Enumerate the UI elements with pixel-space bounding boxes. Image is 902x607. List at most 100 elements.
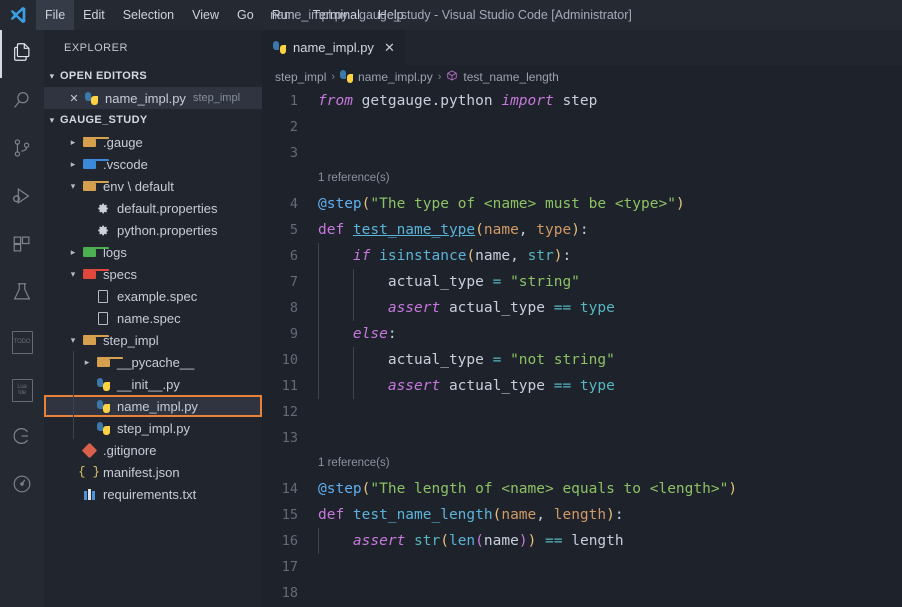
editor-tab-bar: name_impl.py ✕ <box>262 30 902 65</box>
line-number: 17 <box>281 559 298 575</box>
tree-item-requirements-txt[interactable]: requirements.txt <box>44 483 262 505</box>
code-lens-1[interactable]: 1 reference(s) <box>262 166 902 191</box>
breadcrumb-label: step_impl <box>275 69 327 84</box>
menu-item-go[interactable]: Go <box>228 0 263 30</box>
breadcrumb-item-symbol[interactable]: test_name_length <box>446 69 559 85</box>
close-icon[interactable]: ✕ <box>384 40 395 56</box>
code-line-9: else: <box>352 326 397 342</box>
python-icon <box>273 40 286 55</box>
tree-item-init-py[interactable]: __init__.py <box>44 373 262 395</box>
chevron-down-icon: ▾ <box>49 70 55 81</box>
method-cube-icon <box>446 69 458 85</box>
line-number: 18 <box>281 585 298 601</box>
section-open-editors-label: OPEN EDITORS <box>60 70 148 82</box>
tree-item-env-default[interactable]: ▾ env \ default <box>44 175 262 197</box>
indent-guide <box>73 395 74 417</box>
explorer-sidebar: EXPLORER ▾ OPEN EDITORS ✕ name_impl.py s… <box>44 30 262 607</box>
code-row: 17 <box>262 554 902 580</box>
menu-item-selection[interactable]: Selection <box>114 0 183 30</box>
activity-testing[interactable] <box>0 270 44 318</box>
vscode-logo-icon <box>0 0 36 30</box>
section-workspace[interactable]: ▾ GAUGE_STUDY <box>44 109 262 131</box>
code-row: 14 @step("The length of <name> equals to… <box>262 476 902 502</box>
breadcrumb-label: name_impl.py <box>358 69 433 84</box>
chevron-right-icon: ▸ <box>70 136 76 147</box>
menu-item-help[interactable]: Help <box>369 0 413 30</box>
code-lens-label[interactable]: 1 reference(s) <box>318 451 390 476</box>
tree-item-gitignore[interactable]: .gitignore <box>44 439 262 461</box>
code-row: 15 def test_name_length(name, length): <box>262 502 902 528</box>
tab-name-impl-py[interactable]: name_impl.py ✕ <box>262 30 405 65</box>
gear-icon <box>94 202 112 215</box>
tree-item-step-impl-py[interactable]: step_impl.py <box>44 417 262 439</box>
tree-item-label: name.spec <box>117 310 181 326</box>
tree-item-example-spec[interactable]: example.spec <box>44 285 262 307</box>
tree-item-label: .gitignore <box>103 442 157 458</box>
tree-item-label: env \ default <box>103 178 174 194</box>
tree-item-python-properties[interactable]: python.properties <box>44 219 262 241</box>
menu-item-run[interactable]: Run <box>263 0 304 30</box>
git-icon <box>80 442 98 458</box>
menu-bar[interactable]: File Edit Selection View Go Run Terminal… <box>36 0 413 30</box>
menu-item-file[interactable]: File <box>36 0 75 30</box>
code-lens-2[interactable]: 1 reference(s) <box>262 451 902 476</box>
python-icon <box>340 69 354 84</box>
section-open-editors[interactable]: ▾ OPEN EDITORS <box>44 65 262 87</box>
requirements-icon <box>80 488 98 500</box>
breadcrumb-item-file[interactable]: name_impl.py <box>340 69 433 84</box>
line-number: 4 <box>289 196 298 212</box>
activity-search[interactable] <box>0 78 44 126</box>
line-number: 10 <box>281 352 298 368</box>
tree-item-label: requirements.txt <box>103 486 197 502</box>
tree-item-step-impl[interactable]: ▾ step_impl <box>44 329 262 351</box>
menu-item-terminal[interactable]: Terminal <box>304 0 369 30</box>
activity-explorer[interactable] <box>0 30 44 78</box>
chevron-down-icon: ▾ <box>70 334 76 345</box>
tree-item-specs[interactable]: ▾ specs <box>44 263 262 285</box>
tree-item-logs[interactable]: ▸ logs <box>44 241 262 263</box>
tree-item-pycache[interactable]: ▸ __pycache__ <box>44 351 262 373</box>
code-line-4: @step("The type of <name> must be <type>… <box>318 196 685 212</box>
line-number: 15 <box>281 507 298 523</box>
indent-guide <box>73 373 74 395</box>
menu-item-view[interactable]: View <box>183 0 228 30</box>
section-workspace-label: GAUGE_STUDY <box>60 114 148 126</box>
activity-lua-ide[interactable]: Lua Ide <box>0 366 44 414</box>
timeline-clock-icon <box>11 473 33 500</box>
tree-item-default-properties[interactable]: default.properties <box>44 197 262 219</box>
code-row: 2 <box>262 114 902 140</box>
testing-flask-icon <box>11 281 33 308</box>
tree-item-label: example.spec <box>117 288 198 304</box>
code-lens-label[interactable]: 1 reference(s) <box>318 166 390 191</box>
tree-item-gauge[interactable]: ▸ .gauge <box>44 131 262 153</box>
activity-run-debug[interactable] <box>0 174 44 222</box>
close-icon[interactable]: ✕ <box>66 92 82 105</box>
code-line-6: if isinstance(name, str): <box>352 248 572 264</box>
breadcrumb-separator: › <box>331 70 336 83</box>
breadcrumb-item-folder[interactable]: step_impl <box>275 70 326 84</box>
code-editor[interactable]: 1 from getgauge.python import step 2 3 1… <box>262 88 902 607</box>
line-number: 8 <box>289 300 298 316</box>
chevron-down-icon: ▾ <box>70 180 76 191</box>
activity-timeline[interactable] <box>0 462 44 510</box>
tree-item-name-spec[interactable]: name.spec <box>44 307 262 329</box>
source-control-icon <box>11 137 33 164</box>
gear-icon <box>94 224 112 237</box>
python-icon <box>82 91 100 105</box>
chevron-right-icon: ▸ <box>70 246 76 257</box>
code-row: 7 actual_type = "string" <box>262 269 902 295</box>
menu-item-edit[interactable]: Edit <box>74 0 114 30</box>
tree-item-vscode[interactable]: ▸ .vscode <box>44 153 262 175</box>
tree-item-manifest-json[interactable]: { } manifest.json <box>44 461 262 483</box>
code-row: 10 actual_type = "not string" <box>262 347 902 373</box>
code-line-15: def test_name_length(name, length): <box>318 507 624 523</box>
code-line-5: def test_name_type(name, type): <box>318 222 589 238</box>
activity-gauge[interactable] <box>0 414 44 462</box>
code-row: 5 def test_name_type(name, type): <box>262 217 902 243</box>
activity-todo-tree[interactable]: TODO <box>0 318 44 366</box>
line-number: 5 <box>289 222 298 238</box>
activity-source-control[interactable] <box>0 126 44 174</box>
tree-item-name-impl-py[interactable]: name_impl.py <box>44 395 262 417</box>
activity-extensions[interactable] <box>0 222 44 270</box>
open-editor-name-impl[interactable]: ✕ name_impl.py step_impl <box>44 87 262 109</box>
